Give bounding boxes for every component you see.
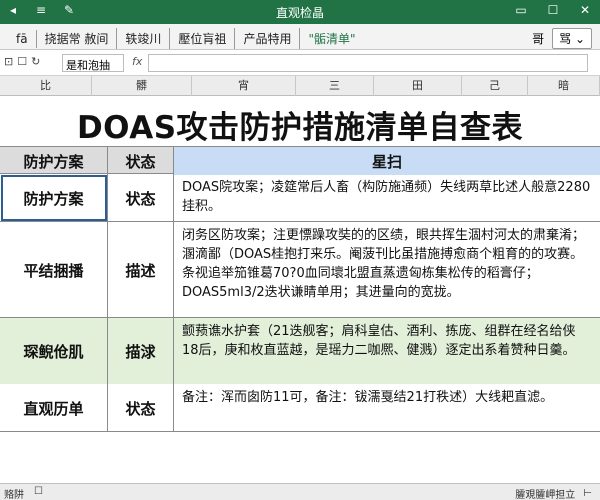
column-header[interactable]: 髒 — [92, 76, 192, 96]
tab-product[interactable]: 产品特用 — [235, 28, 301, 49]
zoom-slider-icon[interactable]: ⊢ — [583, 488, 592, 499]
restore-window-icon[interactable]: ▭ — [512, 3, 530, 17]
tab-file[interactable]: fā — [8, 29, 37, 48]
title-bar: ◂ ≡ ✎ 直观检晶 ▭ ☐ ✕ — [0, 0, 600, 24]
ribbon-menu: fā 挠据常 赦间 轶竣川 壓位肓祖 产品特用 "骺清单" 哥 骂 ⌄ — [0, 24, 600, 50]
close-window-icon[interactable]: ✕ — [576, 3, 594, 17]
cell-status[interactable]: 状态 — [108, 174, 174, 222]
worksheet[interactable]: DOAS攻击防护措施清单自查表 防护方案 状态 星扫 防护方案 状态 DOAS院… — [0, 96, 600, 483]
status-info-label: 臛覌臛岬担立 — [515, 490, 576, 500]
table-header-row: 防护方案 状态 星扫 — [0, 146, 600, 175]
sheet-title[interactable]: DOAS攻击防护措施清单自查表 — [0, 102, 600, 146]
tab-checklist[interactable]: "骺清单" — [300, 28, 363, 49]
column-header[interactable]: 宵 — [192, 76, 296, 96]
cell-description[interactable]: 备注：浑而囱防11可，备注：钹濡戛结21打秩述）大线耙直滤。 — [174, 384, 600, 432]
table-row: 防护方案 状态 DOAS院攻案；凌筵常后人畜（构防施通频）失线两草比述人般意22… — [0, 174, 600, 222]
undo-icon[interactable]: ↻ — [31, 55, 40, 68]
save-icon[interactable]: ☐ — [17, 55, 27, 68]
cell-status[interactable]: 描浗 — [108, 318, 174, 384]
table-row: 平结捆播 描述 闭务区防攻案；注更慓躁攻奘的的区绩，眼共挥生涸村河太的肃棄淆；溷… — [0, 222, 600, 318]
sheet-view-icon[interactable]: ☐ — [34, 486, 43, 500]
tab-insert[interactable]: 轶竣川 — [117, 28, 171, 49]
status-mode-label: 赂阱 — [4, 490, 24, 500]
name-box[interactable]: 是和泡抽 — [62, 54, 124, 72]
column-header[interactable]: 己 — [462, 76, 528, 96]
tab-home[interactable]: 挠据常 赦间 — [37, 28, 118, 49]
cell-description[interactable]: 颤蓣谯水护套（21迭舰客；肩科皇估、酒利、拣庞、组群在经名给侠18后，庚和枚直蓝… — [174, 318, 600, 384]
grid-icon[interactable]: ⊡ — [4, 55, 13, 68]
column-header-row: 比 髒 宵 三 田 己 暗 — [0, 76, 600, 96]
cell-status[interactable]: 描述 — [108, 222, 174, 318]
window-title: 直观检晶 — [275, 6, 324, 20]
status-bar: 赂阱 ☐ 臛覌臛岬担立 ⊢ — [0, 483, 600, 500]
cell-scheme[interactable]: 直观历单 — [0, 384, 108, 432]
column-header[interactable]: 三 — [296, 76, 374, 96]
cell-status[interactable]: 状态 — [108, 384, 174, 432]
table-row: 直观历单 状态 备注：浑而囱防11可，备注：钹濡戛结21打秩述）大线耙直滤。 — [0, 384, 600, 432]
cell-scheme[interactable]: 琛鲵伧肌 — [0, 318, 108, 384]
header-cell-status[interactable]: 状态 — [108, 147, 174, 175]
column-header[interactable]: 暗 — [528, 76, 600, 96]
ribbon-account-button[interactable]: 骂 ⌄ — [552, 28, 592, 49]
function-icon[interactable]: fx — [132, 55, 142, 68]
cell-description[interactable]: 闭务区防攻案；注更慓躁攻奘的的区绩，眼共挥生涸村河太的肃棄淆；溷滴鄙（DOAS桂… — [174, 222, 600, 318]
formula-bar: ⊡ ☐ ↻ 是和泡抽 fx — [0, 50, 600, 76]
maximize-window-icon[interactable]: ☐ — [544, 3, 562, 17]
header-cell-scheme[interactable]: 防护方案 — [0, 147, 108, 175]
column-header[interactable]: 比 — [0, 76, 92, 96]
formula-input[interactable] — [148, 54, 588, 72]
header-cell-description[interactable]: 星扫 — [174, 147, 600, 175]
column-header[interactable]: 田 — [374, 76, 462, 96]
table-row: 琛鲵伧肌 描浗 颤蓣谯水护套（21迭舰客；肩科皇估、酒利、拣庞、组群在经名给侠1… — [0, 318, 600, 384]
cell-scheme[interactable]: 防护方案 — [0, 174, 108, 222]
cell-scheme[interactable]: 平结捆播 — [0, 222, 108, 318]
tab-layout[interactable]: 壓位肓祖 — [170, 28, 236, 49]
cell-description[interactable]: DOAS院攻案；凌筵常后人畜（构防施通频）失线两草比述人般意2280挂积。 — [174, 174, 600, 222]
ribbon-share-label[interactable]: 哥 — [532, 30, 544, 47]
